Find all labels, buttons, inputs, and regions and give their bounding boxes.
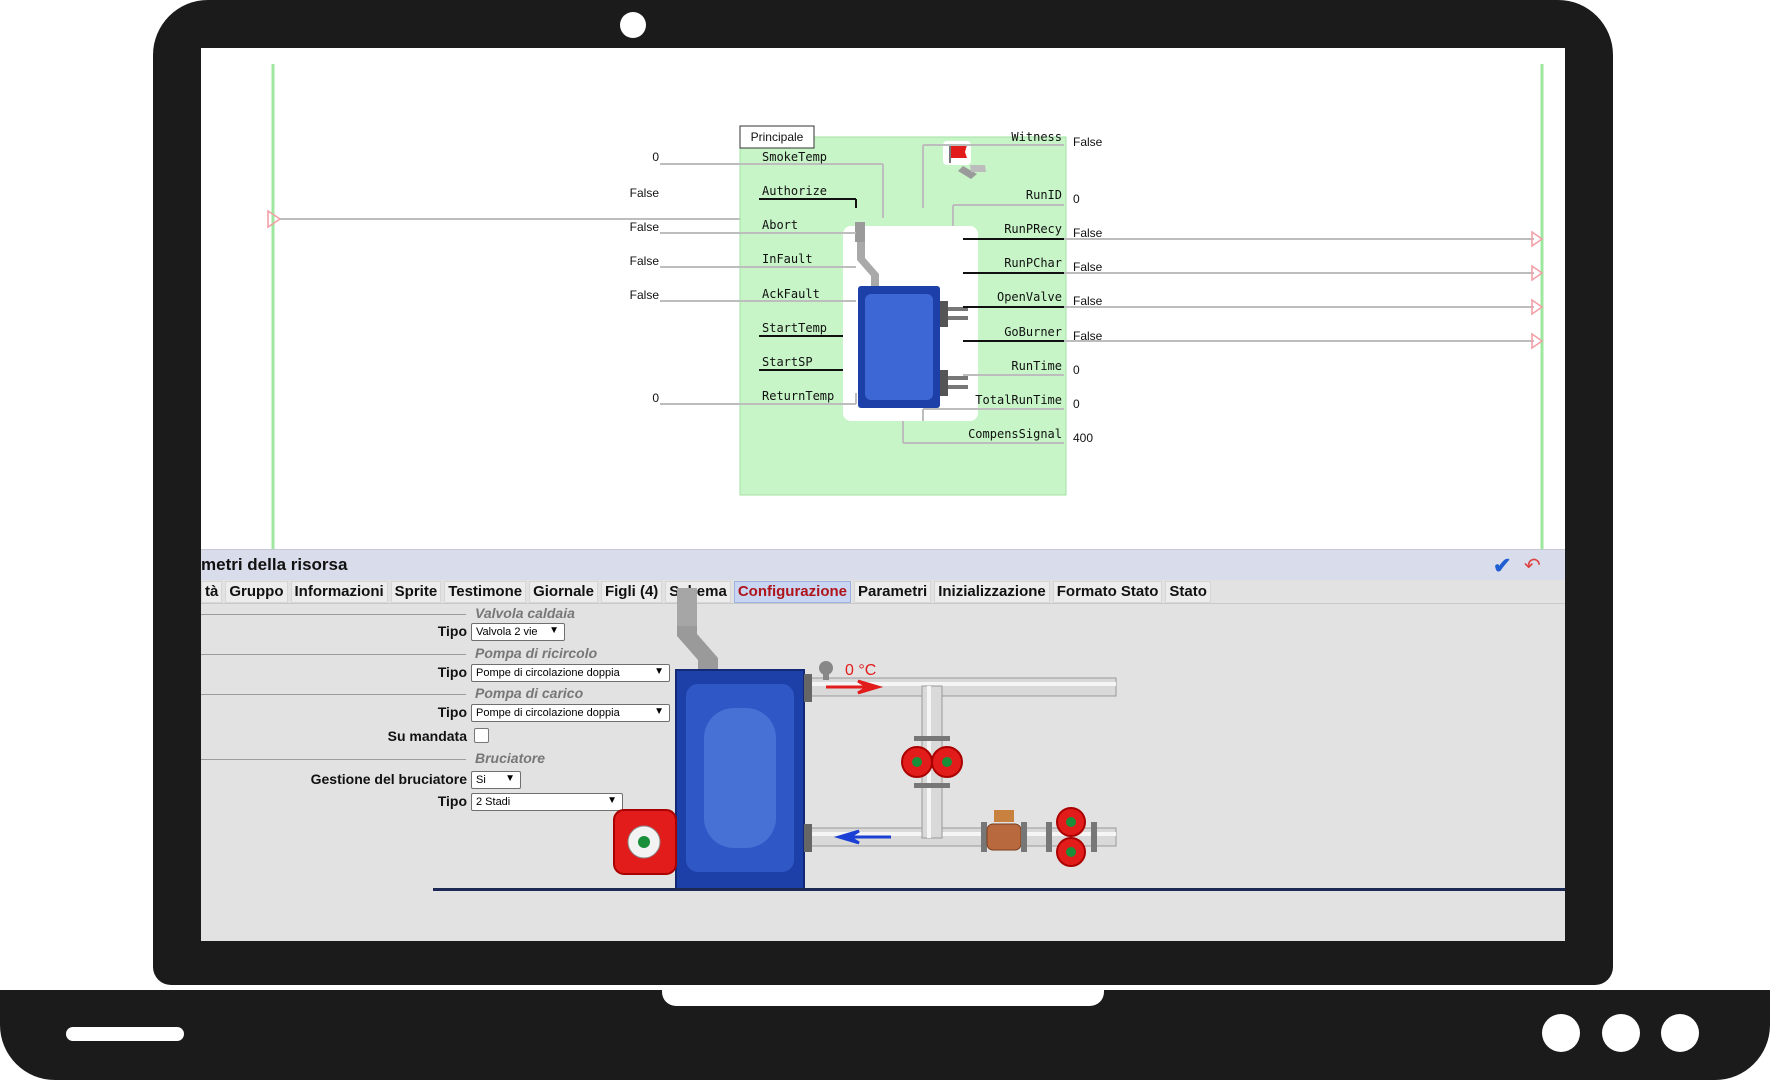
indicator-dot-icon [1542,1014,1580,1052]
output-pin-value: False [1073,260,1103,274]
section-title-bruciatore: Bruciatore [475,750,546,766]
output-pin-value: 0 [1073,363,1080,377]
gestione-bruciatore-label: Gestione del bruciatore [310,771,467,787]
screen: Principale SmokeTemp 0 Authorize False A… [201,48,1565,941]
tab-sprite[interactable]: Sprite [390,581,442,603]
output-pin-value: False [1073,135,1103,149]
input-pin-value: False [630,186,660,200]
section-title-valvola: Valvola caldaia [475,605,575,621]
input-pin-label[interactable]: StartTemp [762,321,827,335]
section-title-carico: Pompa di carico [475,685,584,701]
input-pin-value: 0 [652,150,659,164]
input-pin-label[interactable]: AckFault [762,287,820,301]
tab-testimone[interactable]: Testimone [444,581,527,603]
panel-bottom-border [433,888,1565,891]
input-pin-label[interactable]: Abort [762,218,798,232]
section-divider [201,759,466,760]
input-pin-label[interactable]: SmokeTemp [762,150,827,164]
section-title-ricircolo: Pompa di ricircolo [475,645,598,661]
output-pin-label[interactable]: RunPChar [1004,256,1062,270]
gestione-bruciatore-select[interactable]: Si ▼ [471,771,521,789]
section-divider [201,654,466,655]
output-pin-label[interactable]: RunTime [1011,359,1062,373]
tab-properties[interactable]: tà [201,581,223,603]
output-pin-label[interactable]: RunID [1026,188,1062,202]
tab-informazioni[interactable]: Informazioni [290,581,388,603]
section-divider [201,694,466,695]
output-pin-value: 0 [1073,192,1080,206]
speaker-icon [66,1027,184,1041]
su-mandata-label: Su mandata [387,728,467,744]
input-pin-label[interactable]: StartSP [762,355,813,369]
valvola-tipo-label: Tipo [437,623,467,639]
input-pin-label[interactable]: InFault [762,252,813,266]
panel-header: metri della risorsa ✔ ↶ [201,549,1565,580]
tab-stato[interactable]: Stato [1165,581,1211,603]
camera-icon [620,12,646,38]
section-divider [201,614,466,615]
ricircolo-tipo-label: Tipo [437,664,467,680]
output-pin-value: 400 [1073,431,1093,445]
output-pin-label[interactable]: Witness [1011,130,1062,144]
tab-gruppo[interactable]: Gruppo [225,581,288,603]
output-pin-label[interactable]: OpenValve [997,290,1062,304]
panel-title: metri della risorsa [201,555,348,574]
boiler-icon [675,669,812,889]
carico-tipo-label: Tipo [437,704,467,720]
bruciatore-tipo-label: Tipo [437,793,467,809]
indicator-dot-icon [1602,1014,1640,1052]
input-pin-value: False [630,288,660,302]
input-pin-label[interactable]: ReturnTemp [762,389,834,403]
valvola-tipo-value: Valvola 2 vie [476,626,538,638]
output-pin-label[interactable]: CompensSignal [968,427,1062,441]
chimney-icon [677,588,718,670]
boiler-valve-icon [981,810,1027,852]
function-block-diagram: Principale SmokeTemp 0 Authorize False A… [267,64,1544,549]
indicator-dot-icon [1661,1014,1699,1052]
undo-icon[interactable]: ↶ [1524,553,1541,578]
block-label: Principale [751,130,804,144]
output-pin-label[interactable]: TotalRunTime [975,393,1062,407]
output-pin-label[interactable]: GoBurner [1004,325,1062,339]
output-pin-value: False [1073,226,1103,240]
boiler-icon [843,222,978,421]
input-pin-value: False [630,220,660,234]
output-pin-value: False [1073,294,1103,308]
supply-temperature: 0 °C [845,662,876,679]
laptop-notch [662,990,1104,1006]
burner-icon [613,809,677,875]
input-pin-value: 0 [652,391,659,405]
input-pin-label[interactable]: Authorize [762,184,827,198]
input-pin-value: False [630,254,660,268]
output-pin-value: False [1073,329,1103,343]
chevron-down-icon: ▼ [549,625,559,636]
output-pin-label[interactable]: RunPRecy [1004,222,1062,236]
bruciatore-tipo-value: 2 Stadi [476,796,511,808]
gestione-bruciatore-value: Si [476,774,486,786]
su-mandata-checkbox[interactable] [474,728,489,743]
confirm-check-icon[interactable]: ✔ [1493,553,1511,579]
boiler-schematic: 0 °C [613,588,1117,889]
output-pin-value: 0 [1073,397,1080,411]
chevron-down-icon: ▼ [505,773,515,784]
thermometer-icon [819,661,833,680]
valvola-tipo-select[interactable]: Valvola 2 vie ▼ [471,623,565,641]
